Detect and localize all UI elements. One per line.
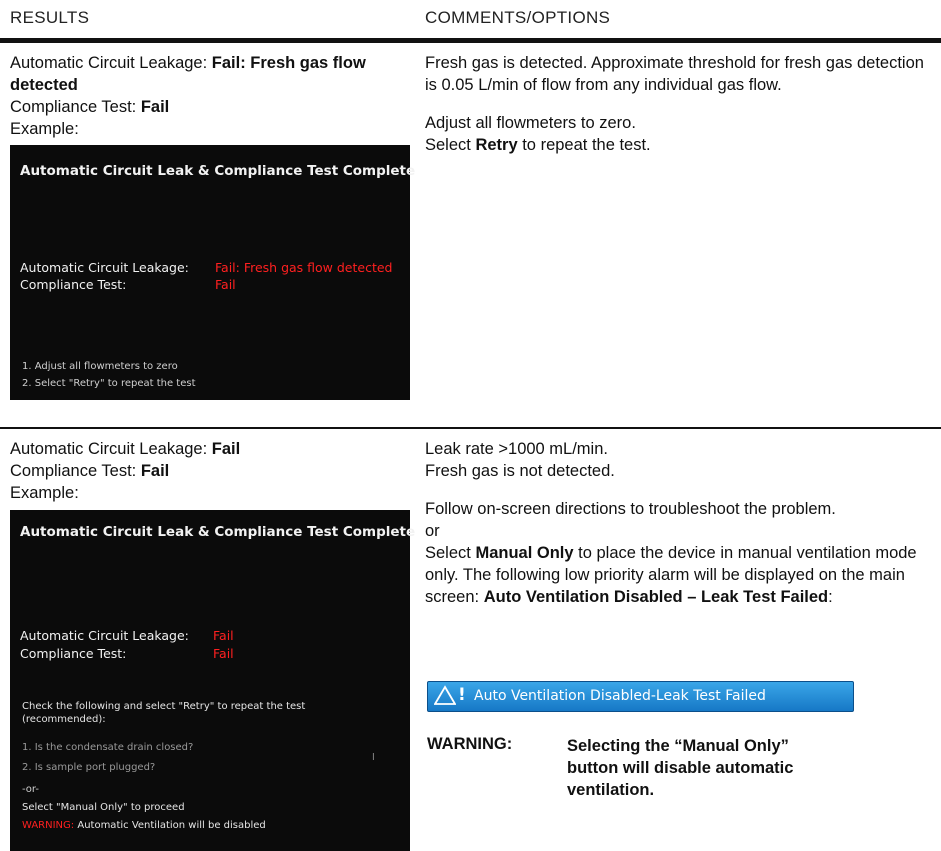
screen-leak-label: Automatic Circuit Leakage: <box>20 260 189 275</box>
text-cursor-icon: I <box>372 752 375 763</box>
screen-compliance-value: Fail <box>215 277 236 292</box>
example-label: Example: <box>10 120 79 138</box>
manual-pre: Select <box>425 544 476 562</box>
row2-results: Automatic Circuit Leakage: Fail Complian… <box>10 438 410 504</box>
compliance-label: Compliance Test: <box>10 98 141 116</box>
screen-compliance-value: Fail <box>213 646 234 661</box>
screen-compliance-label: Compliance Test: <box>20 277 127 292</box>
screen-leak-value: Fail <box>213 628 234 643</box>
row1-results: Automatic Circuit Leakage: Fail: Fresh g… <box>10 52 410 140</box>
warning-label: WARNING: <box>427 735 513 753</box>
alarm-text: Auto Ventilation Disabled-Leak Test Fail… <box>474 688 766 704</box>
manual-bold: Manual Only <box>475 544 574 562</box>
leak-label: Automatic Circuit Leakage: <box>10 440 212 458</box>
comment-or: or <box>425 522 440 540</box>
compliance-label: Compliance Test: <box>10 462 141 480</box>
warning-text: Selecting the “Manual Only” button will … <box>567 737 794 799</box>
warning-triangle-icon <box>434 685 456 705</box>
compliance-value: Fail <box>140 462 170 480</box>
leak-value: Fail <box>211 440 241 458</box>
retry-bold: Retry <box>475 136 518 154</box>
screen-or: -or- <box>22 784 39 795</box>
screen-warning-line: WARNING: Automatic Ventilation will be d… <box>22 820 266 831</box>
results-header: RESULTS <box>10 8 90 27</box>
comment-leak-rate: Leak rate >1000 mL/min. <box>425 440 608 458</box>
screen-compliance-label: Compliance Test: <box>20 646 127 661</box>
screen-compliance-row: Compliance Test: Fail <box>20 277 236 292</box>
screen-manual-only: Select "Manual Only" to proceed <box>22 802 185 813</box>
alarm-exclamation: ! <box>458 685 466 705</box>
retry-pre: Select <box>425 136 476 154</box>
screen-item-2: 2. Is sample port plugged? <box>22 762 156 773</box>
row2-comments: Leak rate >1000 mL/min. Fresh gas is not… <box>425 438 940 608</box>
screen-step-1: 1. Adjust all flowmeters to zero <box>22 361 178 372</box>
comments-header: COMMENTS/OPTIONS <box>425 8 611 27</box>
retry-post: to repeat the test. <box>517 136 651 154</box>
manual-end: : <box>828 588 833 606</box>
screen-warning-word: WARNING: <box>22 820 75 831</box>
screen-leak-label: Automatic Circuit Leakage: <box>20 628 189 643</box>
screen-step-2: 2. Select "Retry" to repeat the test <box>22 378 196 389</box>
row1-comments: Fresh gas is detected. Approximate thres… <box>425 52 940 156</box>
header-divider <box>0 38 941 43</box>
screen-item-1: 1. Is the condensate drain closed? <box>22 742 194 753</box>
compliance-value: Fail <box>140 98 170 116</box>
comment-adjust: Adjust all flowmeters to zero. <box>425 114 636 132</box>
alarm-banner: ! Auto Ventilation Disabled-Leak Test Fa… <box>427 681 854 712</box>
screen-title: Automatic Circuit Leak & Compliance Test… <box>20 524 416 540</box>
screen-leak-row: Automatic Circuit Leakage: Fail: Fresh ga… <box>20 260 393 275</box>
screen-title: Automatic Circuit Leak & Compliance Test… <box>20 163 416 179</box>
comment-fresh-gas: Fresh gas is detected. Approximate thres… <box>425 54 924 94</box>
comment-no-fresh-gas: Fresh gas is not detected. <box>425 462 615 480</box>
alarm-name-bold: Auto Ventilation Disabled – Leak Test Fa… <box>483 588 829 606</box>
screen-warning-text: Automatic Ventilation will be disabled <box>74 820 266 831</box>
screen-leak-row: Automatic Circuit Leakage: Fail <box>20 628 234 643</box>
row2-example-screen: Automatic Circuit Leak & Compliance Test… <box>10 510 415 851</box>
example-label: Example: <box>10 484 79 502</box>
comment-follow: Follow on-screen directions to troublesh… <box>425 500 836 518</box>
row1-example-screen: Automatic Circuit Leak & Compliance Test… <box>10 145 415 400</box>
screen-compliance-row: Compliance Test: Fail <box>20 646 234 661</box>
screen-leak-value: Fail: Fresh gas flow detected <box>215 260 393 275</box>
screen-check-text: Check the following and select "Retry" t… <box>22 701 306 725</box>
leak-label: Automatic Circuit Leakage: <box>10 54 212 72</box>
row-divider <box>0 427 941 429</box>
